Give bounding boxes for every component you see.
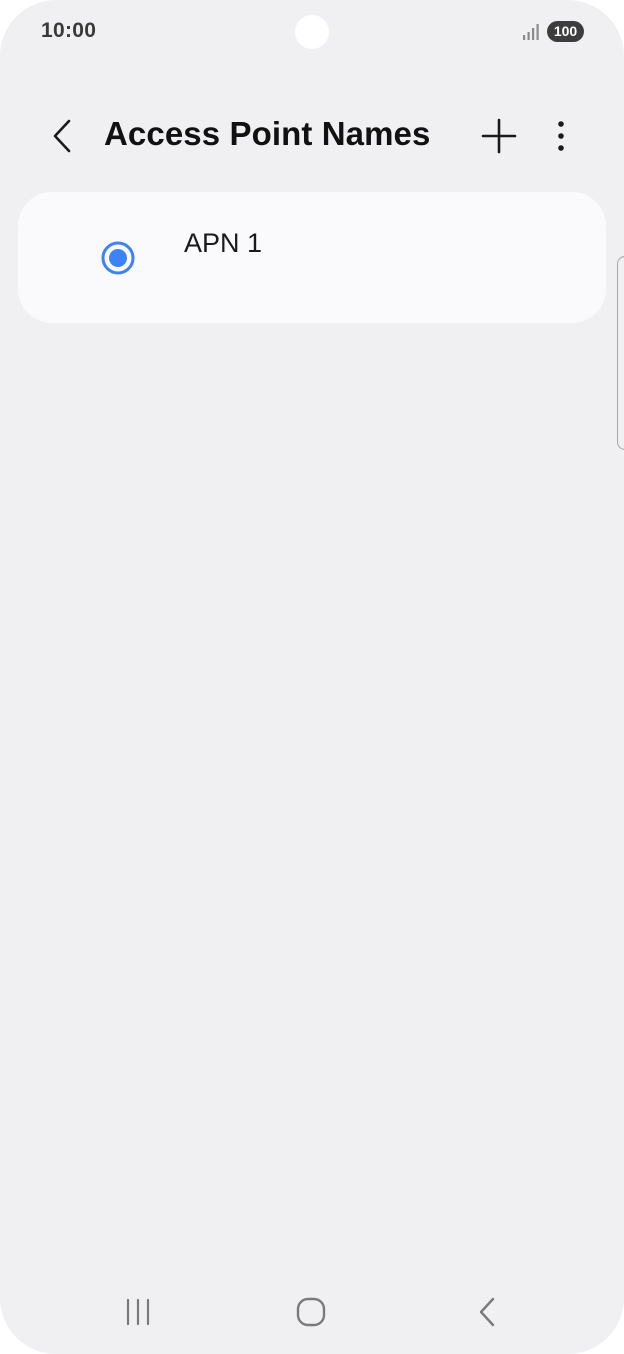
camera-cutout bbox=[295, 15, 329, 49]
page-title: Access Point Names bbox=[104, 115, 431, 152]
more-options-button[interactable] bbox=[545, 114, 577, 158]
apn-list-card: APN 1 bbox=[18, 192, 606, 323]
radio-selected-icon[interactable] bbox=[101, 241, 135, 275]
back-button[interactable] bbox=[40, 112, 84, 160]
nav-back-button[interactable] bbox=[467, 1292, 507, 1332]
home-icon bbox=[296, 1297, 326, 1327]
plus-icon bbox=[481, 118, 517, 154]
back-arrow-icon bbox=[53, 119, 71, 153]
recents-icon bbox=[126, 1298, 150, 1326]
battery-icon: 100 bbox=[547, 21, 584, 42]
signal-icon bbox=[523, 24, 539, 40]
recents-button[interactable] bbox=[118, 1292, 158, 1332]
more-vertical-icon bbox=[558, 121, 564, 151]
phone-screen: 10:00 100 Access Point Names APN 1 bbox=[0, 0, 624, 1354]
home-button[interactable] bbox=[291, 1292, 331, 1332]
add-apn-button[interactable] bbox=[477, 114, 521, 158]
list-item-apn-1[interactable]: APN 1 bbox=[18, 192, 606, 323]
status-time: 10:00 bbox=[41, 19, 97, 42]
scrollbar[interactable] bbox=[617, 256, 624, 450]
back-icon bbox=[479, 1297, 495, 1327]
apn-label: APN 1 bbox=[184, 228, 263, 258]
